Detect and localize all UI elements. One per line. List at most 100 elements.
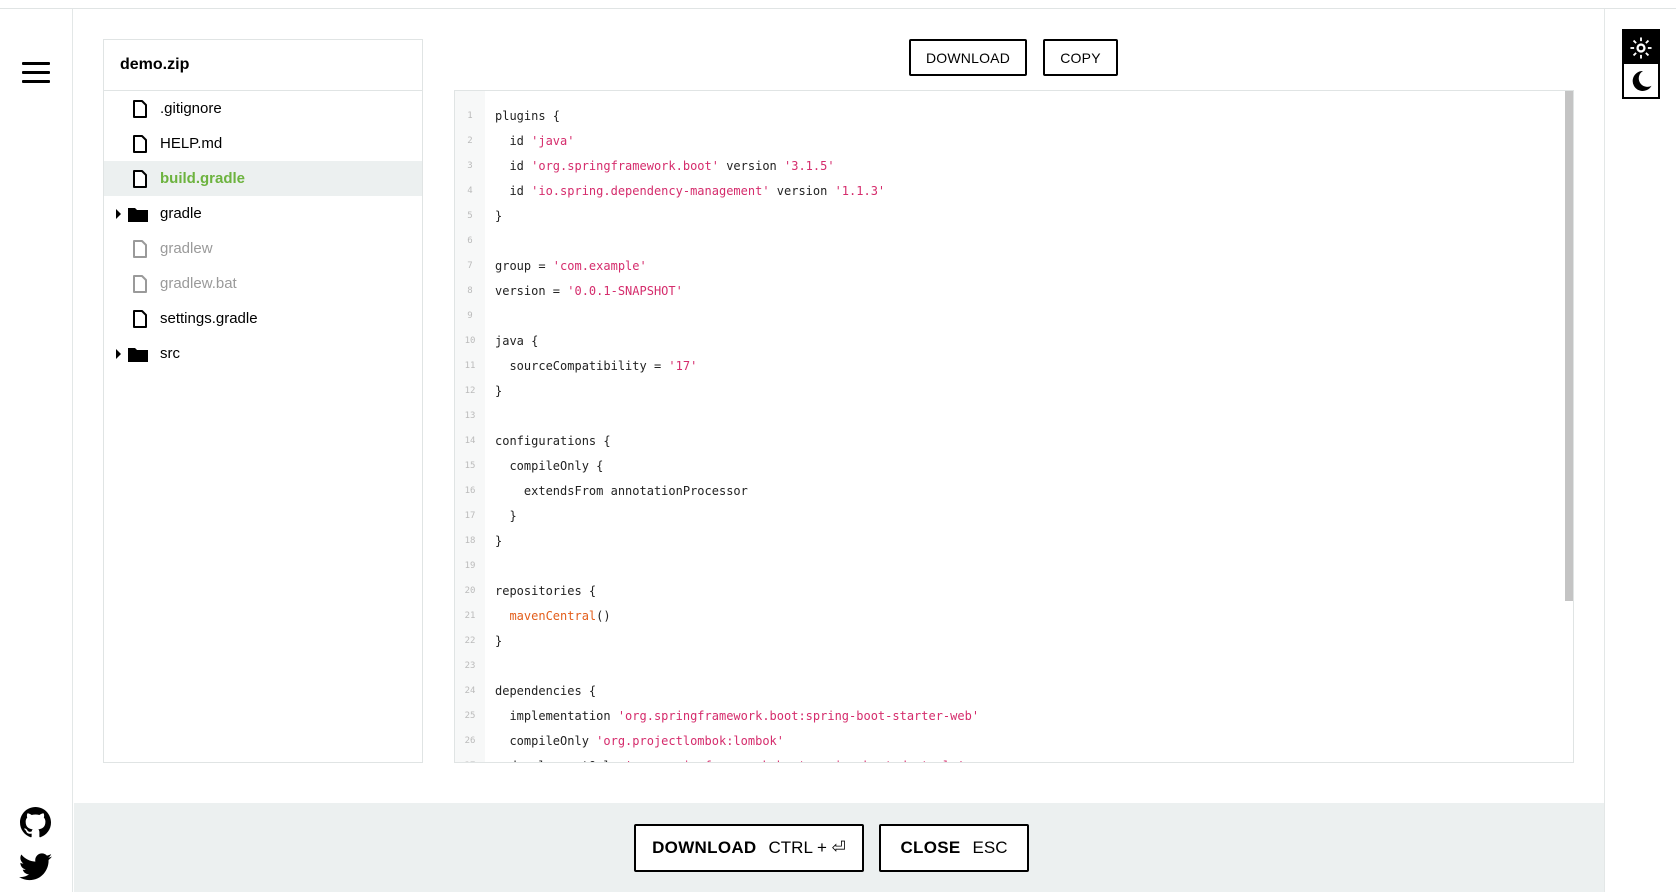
code-line: 23 <box>455 653 1573 678</box>
code-line: 7 group = 'com.example' <box>455 253 1573 278</box>
tree-item-gradlew-bat[interactable]: gradlew.bat <box>104 266 422 301</box>
close-label: CLOSE <box>900 838 961 857</box>
line-number: 3 <box>467 160 473 171</box>
dark-theme-button[interactable] <box>1624 64 1658 97</box>
tree-item-help-md[interactable]: HELP.md <box>104 126 422 161</box>
code-text: plugins { <box>495 108 561 123</box>
code-line: 15 compileOnly { <box>455 453 1573 478</box>
line-number: 20 <box>464 585 476 596</box>
line-number: 7 <box>467 260 473 271</box>
right-rail <box>1604 9 1676 892</box>
code-line: 24 dependencies { <box>455 678 1573 703</box>
file-icon <box>133 100 147 118</box>
folder-icon <box>128 348 148 362</box>
code-line: 18} <box>455 528 1573 553</box>
code-line: 21 mavenCentral() <box>455 603 1573 628</box>
code-text: implementation 'org.springframework.boot… <box>495 708 980 723</box>
code-text: version = '0.0.1-SNAPSHOT' <box>495 283 683 298</box>
code-line: 8 version = '0.0.1-SNAPSHOT' <box>455 278 1573 303</box>
code-line: 10 java { <box>455 328 1573 353</box>
tree-item-label: HELP.md <box>160 135 223 152</box>
twitter-icon[interactable] <box>19 853 52 881</box>
line-number: 8 <box>467 285 473 296</box>
code-text: sourceCompatibility = '17' <box>495 358 698 373</box>
tree-item-settings-gradle[interactable]: settings.gradle <box>104 301 422 336</box>
line-number: 14 <box>464 435 476 446</box>
code-line: 16 extendsFrom annotationProcessor <box>455 478 1573 503</box>
code-line: 17 } <box>455 503 1573 528</box>
code-line: 5} <box>455 203 1573 228</box>
sun-icon <box>1630 36 1652 59</box>
line-number: 16 <box>464 485 476 496</box>
code-text: id 'org.springframework.boot' version '3… <box>495 158 835 173</box>
line-number: 23 <box>464 660 476 671</box>
code-line: 27 developmentOnly 'org.springframework.… <box>455 753 1573 763</box>
code-text: } <box>495 208 503 223</box>
expand-caret-icon[interactable] <box>116 209 121 219</box>
code-text: id 'io.spring.dependency-management' ver… <box>495 183 886 198</box>
code-lines: 1 plugins {2 id 'java' 3 id 'org.springfra… <box>455 103 1573 763</box>
line-number: 22 <box>464 635 476 646</box>
left-rail <box>0 9 73 892</box>
file-icon <box>133 240 147 258</box>
tree-item-label: settings.gradle <box>160 310 258 327</box>
code-text: group = 'com.example' <box>495 258 647 273</box>
code-line: 4 id 'io.spring.dependency-management' v… <box>455 178 1573 203</box>
tree-item-label: gradlew <box>160 240 213 257</box>
explorer-title: demo.zip <box>104 40 422 91</box>
code-text: java { <box>495 333 539 348</box>
code-text: } <box>495 633 503 648</box>
tree-item-label: gradlew.bat <box>160 275 237 292</box>
file-icon <box>133 170 147 188</box>
code-text: id 'java' <box>495 133 575 148</box>
line-number: 25 <box>464 710 476 721</box>
line-number: 4 <box>467 185 473 196</box>
code-text: mavenCentral() <box>509 608 611 623</box>
theme-switch <box>1622 29 1660 99</box>
tree-item-gradle-folder[interactable]: gradle <box>104 196 422 231</box>
code-text: compileOnly 'org.projectlombok:lombok' <box>495 733 784 748</box>
line-number: 24 <box>464 685 476 696</box>
line-number: 19 <box>464 560 476 571</box>
code-text: repositories { <box>495 583 597 598</box>
tree-item-gradlew[interactable]: gradlew <box>104 231 422 266</box>
expand-caret-icon[interactable] <box>116 349 121 359</box>
line-number: 26 <box>464 735 476 746</box>
folder-icon <box>128 208 148 222</box>
code-text: } <box>495 383 503 398</box>
line-number: 27 <box>455 761 485 763</box>
tree-item-label: build.gradle <box>160 170 246 187</box>
tree-item-src-folder[interactable]: src <box>104 336 422 371</box>
code-line: 6 <box>455 228 1573 253</box>
line-number: 9 <box>467 310 473 321</box>
tree-item-build-gradle[interactable]: build.gradle <box>104 161 422 196</box>
line-number: 17 <box>464 510 476 521</box>
close-button[interactable]: CLOSE ESC <box>879 824 1029 872</box>
light-theme-button[interactable] <box>1624 31 1658 64</box>
line-number: 18 <box>464 535 476 546</box>
menu-icon[interactable] <box>22 62 50 86</box>
copy-button[interactable]: COPY <box>1043 39 1118 76</box>
tree-item-label: gradle <box>160 205 202 222</box>
code-text: extendsFrom annotationProcessor <box>495 483 748 498</box>
code-line: 20 repositories { <box>455 578 1573 603</box>
download-button[interactable]: DOWNLOAD <box>909 39 1027 76</box>
code-text: compileOnly { <box>495 458 604 473</box>
file-icon <box>133 310 147 328</box>
code-line: 14 configurations { <box>455 428 1573 453</box>
download-shortcut-button[interactable]: DOWNLOAD CTRL + ⏎ <box>634 824 864 872</box>
file-icon <box>133 275 147 293</box>
code-text: configurations { <box>495 433 611 448</box>
line-number: 5 <box>467 210 473 221</box>
line-number: 15 <box>464 460 476 471</box>
vertical-scrollbar[interactable] <box>1565 91 1573 601</box>
code-viewer[interactable]: 1 plugins {2 id 'java' 3 id 'org.springfra… <box>454 90 1574 763</box>
code-line: 22} <box>455 628 1573 653</box>
file-explorer: demo.zip .gitignore HELP.md build.gradle… <box>103 39 423 763</box>
line-number: 10 <box>464 335 476 346</box>
line-number: 12 <box>464 385 476 396</box>
tree-item-gitignore[interactable]: .gitignore <box>104 91 422 126</box>
github-icon[interactable] <box>20 807 51 838</box>
line-number: 11 <box>464 360 476 371</box>
code-line: 2 id 'java' <box>455 128 1573 153</box>
